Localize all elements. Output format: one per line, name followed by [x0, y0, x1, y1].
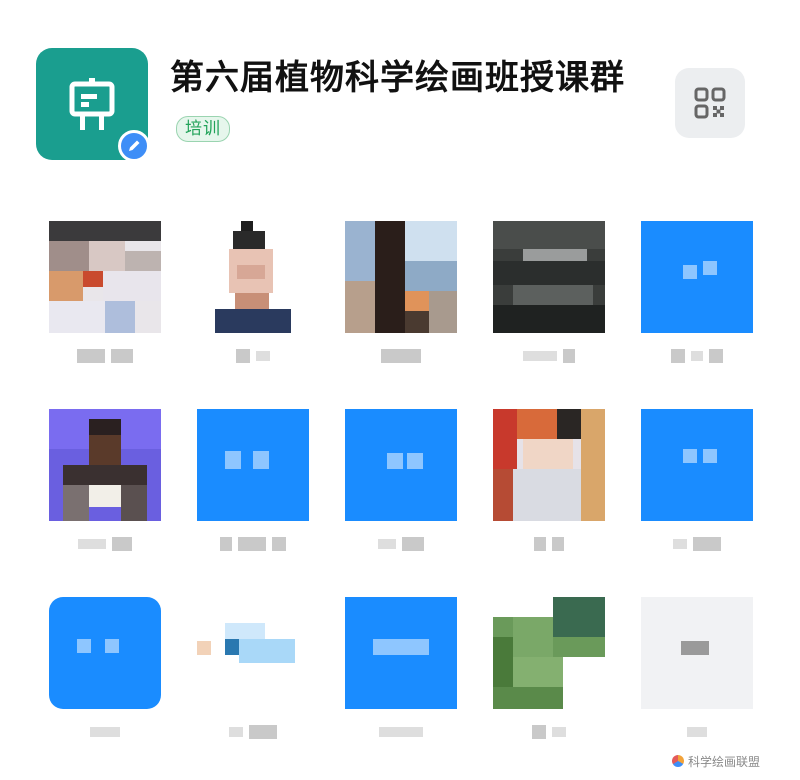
member-grid — [30, 205, 770, 741]
member-avatar — [493, 221, 605, 333]
member-avatar — [641, 409, 753, 521]
member-avatar — [493, 409, 605, 521]
member-avatar — [49, 409, 161, 521]
member-card[interactable] — [178, 581, 326, 741]
member-avatar — [197, 409, 309, 521]
member-avatar — [49, 597, 161, 709]
member-avatar — [49, 221, 161, 333]
member-nickname — [60, 533, 150, 555]
member-nickname — [504, 721, 594, 743]
member-nickname — [504, 533, 594, 555]
presentation-board-icon — [69, 78, 115, 130]
member-nickname — [504, 345, 594, 367]
member-card[interactable] — [30, 581, 178, 741]
member-card[interactable] — [178, 205, 326, 365]
member-card[interactable] — [30, 205, 178, 365]
group-title[interactable]: 第六届植物科学绘画班授课群培训 — [170, 52, 640, 156]
member-nickname — [208, 721, 298, 743]
member-card[interactable] — [326, 205, 474, 365]
watermark-text: 科学绘画联盟 — [688, 754, 761, 769]
member-nickname — [60, 721, 150, 743]
member-nickname — [208, 533, 298, 555]
member-avatar — [345, 221, 457, 333]
member-card[interactable] — [622, 205, 770, 365]
member-nickname — [356, 345, 446, 367]
member-card[interactable] — [30, 393, 178, 553]
member-nickname — [652, 721, 742, 743]
group-tag-badge: 培训 — [176, 116, 230, 142]
qr-code-icon — [694, 87, 726, 119]
member-nickname — [356, 721, 446, 743]
member-avatar — [197, 221, 309, 333]
member-avatar — [493, 597, 605, 709]
member-card[interactable] — [178, 393, 326, 553]
member-avatar — [641, 221, 753, 333]
member-nickname — [356, 533, 446, 555]
watermark: 科学绘画联盟 — [672, 752, 760, 770]
edit-avatar-button[interactable] — [118, 130, 150, 162]
member-card[interactable] — [474, 581, 622, 741]
member-card[interactable] — [474, 205, 622, 365]
pencil-icon — [129, 140, 140, 151]
member-card[interactable] — [622, 393, 770, 553]
member-card[interactable] — [474, 393, 622, 553]
member-avatar — [197, 597, 309, 709]
member-avatar — [345, 597, 457, 709]
watermark-logo-icon — [672, 755, 684, 767]
member-card[interactable] — [622, 581, 770, 741]
group-name: 第六届植物科学绘画班授课群 — [170, 58, 625, 98]
member-card[interactable] — [326, 393, 474, 553]
qr-code-button[interactable] — [675, 68, 745, 138]
member-nickname — [652, 533, 742, 555]
member-card[interactable] — [326, 581, 474, 741]
member-avatar — [641, 597, 753, 709]
member-nickname — [652, 345, 742, 367]
member-nickname — [208, 345, 298, 367]
member-nickname — [60, 345, 150, 367]
member-avatar — [345, 409, 457, 521]
